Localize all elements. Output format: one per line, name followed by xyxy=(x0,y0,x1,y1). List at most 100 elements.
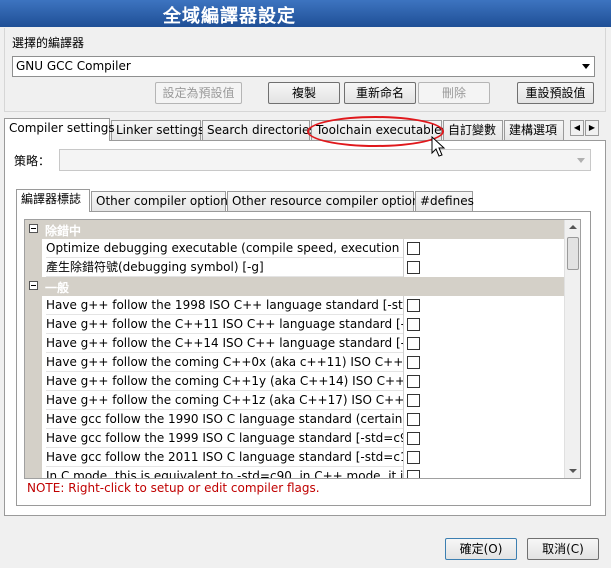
category-label: 除錯中 xyxy=(45,224,82,238)
flag-row[interactable]: Have g++ follow the 1998 ISO C++ languag… xyxy=(25,296,566,315)
row-gutter xyxy=(25,239,42,258)
tab-other-resource-compiler-options[interactable]: Other resource compiler options xyxy=(227,191,426,212)
flag-label: Have g++ follow the coming C++1z (aka C+… xyxy=(46,391,403,410)
row-gutter xyxy=(25,372,42,391)
flags-note: NOTE: Right-click to setup or edit compi… xyxy=(27,481,320,495)
flag-checkbox[interactable] xyxy=(407,261,420,274)
tab-search-directories[interactable]: Search directories xyxy=(202,120,316,141)
column-divider xyxy=(403,467,404,478)
delete-button[interactable]: 刪除 xyxy=(418,82,490,104)
row-gutter xyxy=(25,391,42,410)
column-divider xyxy=(403,410,404,429)
column-divider xyxy=(403,315,404,334)
tab-build-options[interactable]: 建構選項 xyxy=(504,120,564,141)
flag-checkbox[interactable] xyxy=(407,375,420,388)
column-divider xyxy=(403,391,404,410)
tab-custom-variables[interactable]: 自訂變數 xyxy=(443,120,503,141)
tab-other-compiler-options[interactable]: Other compiler options xyxy=(91,191,234,212)
set-default-button[interactable]: 設定為預設值 xyxy=(155,82,242,104)
flag-checkbox[interactable] xyxy=(407,242,420,255)
scroll-up-icon[interactable] xyxy=(569,225,577,229)
title-bar xyxy=(0,0,611,27)
row-gutter xyxy=(25,448,42,467)
category-row[interactable]: 除錯中 xyxy=(25,220,566,239)
flag-label: Have g++ follow the C++11 ISO C++ langua… xyxy=(46,315,403,334)
policy-dropdown[interactable] xyxy=(59,149,591,171)
compiler-dropdown[interactable]: GNU GCC Compiler xyxy=(12,56,595,77)
selected-compiler-label: 選擇的編譯器 xyxy=(12,36,85,50)
flag-checkbox[interactable] xyxy=(407,337,420,350)
flag-label: Have gcc follow the 1999 ISO C language … xyxy=(46,429,403,448)
row-gutter xyxy=(25,353,42,372)
column-divider xyxy=(403,448,404,467)
row-gutter xyxy=(25,296,42,315)
flag-row[interactable]: Have g++ follow the coming C++1y (aka C+… xyxy=(25,372,566,391)
flag-checkbox[interactable] xyxy=(407,413,420,426)
flag-row[interactable]: Have gcc follow the 2011 ISO C language … xyxy=(25,448,566,467)
category-label: 一般 xyxy=(45,281,70,295)
column-divider xyxy=(403,296,404,315)
column-divider xyxy=(403,353,404,372)
flag-label: Have g++ follow the 1998 ISO C++ languag… xyxy=(46,296,403,315)
flag-checkbox[interactable] xyxy=(407,299,420,312)
flag-label: Have g++ follow the coming C++1y (aka C+… xyxy=(46,372,403,391)
flag-row[interactable]: 產生除錯符號(debugging symbol) [-g] xyxy=(25,258,566,277)
flag-row[interactable]: Optimize debugging executable (compile s… xyxy=(25,239,566,258)
row-gutter xyxy=(25,258,42,277)
flag-label: In C mode, this is equivalent to -std=c9… xyxy=(46,467,403,478)
flag-label: Have gcc follow the 2011 ISO C language … xyxy=(46,448,403,467)
settings-tabs: Compiler settings Linker settings Search… xyxy=(4,118,606,141)
category-row[interactable]: 一般 xyxy=(25,277,566,296)
flag-row[interactable]: Have g++ follow the coming C++0x (aka c+… xyxy=(25,353,566,372)
flag-checkbox[interactable] xyxy=(407,394,420,407)
row-gutter xyxy=(25,315,42,334)
flag-row[interactable]: Have gcc follow the 1999 ISO C language … xyxy=(25,429,566,448)
copy-button[interactable]: 複製 xyxy=(268,82,340,104)
flag-label: Optimize debugging executable (compile s… xyxy=(46,239,403,258)
tab-compiler-flags[interactable]: 編譯器標誌 xyxy=(16,189,90,212)
flag-label: Have g++ follow the coming C++0x (aka c+… xyxy=(46,353,403,372)
tab-scroll-left-icon[interactable]: ◀ xyxy=(570,120,584,136)
flag-checkbox[interactable] xyxy=(407,356,420,369)
flag-checkbox[interactable] xyxy=(407,470,420,478)
highlight-ellipse xyxy=(307,116,444,147)
policy-label: 策略： xyxy=(14,154,51,168)
flag-label: 產生除錯符號(debugging symbol) [-g] xyxy=(46,258,403,277)
scroll-thumb[interactable] xyxy=(567,237,579,270)
column-divider xyxy=(403,258,404,277)
flag-checkbox[interactable] xyxy=(407,318,420,331)
flags-scrollbar[interactable] xyxy=(564,220,580,478)
chevron-down-icon xyxy=(577,158,585,163)
tab-compiler-settings[interactable]: Compiler settings xyxy=(4,118,115,141)
tab-scroll-right-icon[interactable]: ▶ xyxy=(585,120,599,136)
flag-row[interactable]: Have g++ follow the C++14 ISO C++ langua… xyxy=(25,334,566,353)
column-divider xyxy=(403,334,404,353)
flag-row[interactable]: Have gcc follow the 1990 ISO C language … xyxy=(25,410,566,429)
flag-row[interactable]: Have g++ follow the C++11 ISO C++ langua… xyxy=(25,315,566,334)
tab-linker-settings[interactable]: Linker settings xyxy=(111,120,204,141)
compiler-flags-grid: 除錯中 Optimize debugging executable (compi… xyxy=(24,219,581,479)
collapse-icon[interactable] xyxy=(29,281,38,290)
flag-row[interactable]: Have g++ follow the coming C++1z (aka C+… xyxy=(25,391,566,410)
rename-button[interactable]: 重新命名 xyxy=(344,82,416,104)
window-title: 全域編譯器設定 xyxy=(163,6,296,27)
row-gutter xyxy=(25,467,42,478)
column-divider xyxy=(403,372,404,391)
reset-defaults-button[interactable]: 重設預設值 xyxy=(517,82,594,104)
ok-button[interactable]: 確定(O) xyxy=(445,538,517,560)
scroll-down-icon[interactable] xyxy=(569,469,577,473)
row-gutter xyxy=(25,410,42,429)
cancel-button[interactable]: 取消(C) xyxy=(527,538,599,560)
collapse-icon[interactable] xyxy=(29,224,38,233)
flag-checkbox[interactable] xyxy=(407,451,420,464)
column-divider xyxy=(403,429,404,448)
compiler-dropdown-value: GNU GCC Compiler xyxy=(16,59,131,73)
column-divider xyxy=(403,239,404,258)
flag-checkbox[interactable] xyxy=(407,432,420,445)
tab-defines[interactable]: #defines xyxy=(415,191,474,212)
flag-label: Have g++ follow the C++14 ISO C++ langua… xyxy=(46,334,403,353)
mouse-pointer-icon xyxy=(431,136,446,157)
compiler-options-tabs: 編譯器標誌 Other compiler options Other resou… xyxy=(16,189,596,212)
chevron-down-icon xyxy=(582,64,590,69)
flag-row[interactable]: In C mode, this is equivalent to -std=c9… xyxy=(25,467,566,478)
